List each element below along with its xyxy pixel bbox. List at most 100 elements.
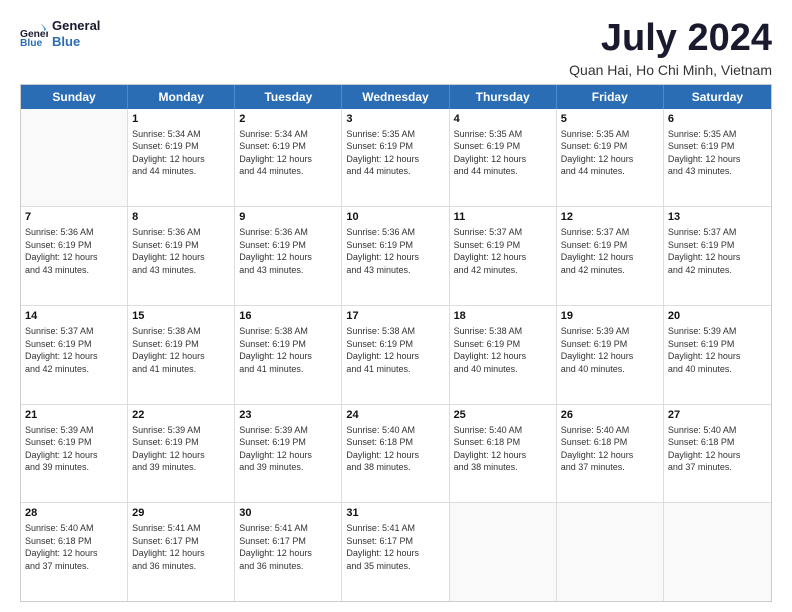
calendar-cell: 20Sunrise: 5:39 AM Sunset: 6:19 PM Dayli…: [664, 306, 771, 404]
calendar-cell: 28Sunrise: 5:40 AM Sunset: 6:18 PM Dayli…: [21, 503, 128, 601]
day-number: 30: [239, 506, 337, 521]
day-info: Sunrise: 5:41 AM Sunset: 6:17 PM Dayligh…: [239, 522, 337, 572]
calendar-header-cell: Friday: [557, 85, 664, 109]
day-info: Sunrise: 5:38 AM Sunset: 6:19 PM Dayligh…: [454, 325, 552, 375]
day-number: 10: [346, 210, 444, 225]
day-info: Sunrise: 5:41 AM Sunset: 6:17 PM Dayligh…: [132, 522, 230, 572]
calendar-header-cell: Monday: [128, 85, 235, 109]
calendar-cell: 5Sunrise: 5:35 AM Sunset: 6:19 PM Daylig…: [557, 109, 664, 207]
svg-text:Blue: Blue: [20, 38, 43, 48]
calendar-cell: 6Sunrise: 5:35 AM Sunset: 6:19 PM Daylig…: [664, 109, 771, 207]
day-info: Sunrise: 5:37 AM Sunset: 6:19 PM Dayligh…: [561, 226, 659, 276]
day-number: 12: [561, 210, 659, 225]
logo-icon: General Blue: [20, 20, 48, 48]
day-info: Sunrise: 5:36 AM Sunset: 6:19 PM Dayligh…: [132, 226, 230, 276]
calendar-cell: 30Sunrise: 5:41 AM Sunset: 6:17 PM Dayli…: [235, 503, 342, 601]
calendar-cell: 16Sunrise: 5:38 AM Sunset: 6:19 PM Dayli…: [235, 306, 342, 404]
day-info: Sunrise: 5:35 AM Sunset: 6:19 PM Dayligh…: [454, 128, 552, 178]
calendar-cell: 13Sunrise: 5:37 AM Sunset: 6:19 PM Dayli…: [664, 207, 771, 305]
calendar-cell: 4Sunrise: 5:35 AM Sunset: 6:19 PM Daylig…: [450, 109, 557, 207]
day-info: Sunrise: 5:36 AM Sunset: 6:19 PM Dayligh…: [346, 226, 444, 276]
calendar-cell: 10Sunrise: 5:36 AM Sunset: 6:19 PM Dayli…: [342, 207, 449, 305]
calendar-cell: 8Sunrise: 5:36 AM Sunset: 6:19 PM Daylig…: [128, 207, 235, 305]
calendar-cell: 21Sunrise: 5:39 AM Sunset: 6:19 PM Dayli…: [21, 405, 128, 503]
day-info: Sunrise: 5:41 AM Sunset: 6:17 PM Dayligh…: [346, 522, 444, 572]
day-info: Sunrise: 5:39 AM Sunset: 6:19 PM Dayligh…: [132, 424, 230, 474]
calendar-cell: 19Sunrise: 5:39 AM Sunset: 6:19 PM Dayli…: [557, 306, 664, 404]
day-info: Sunrise: 5:37 AM Sunset: 6:19 PM Dayligh…: [25, 325, 123, 375]
day-info: Sunrise: 5:34 AM Sunset: 6:19 PM Dayligh…: [132, 128, 230, 178]
day-info: Sunrise: 5:40 AM Sunset: 6:18 PM Dayligh…: [25, 522, 123, 572]
calendar-cell: 1Sunrise: 5:34 AM Sunset: 6:19 PM Daylig…: [128, 109, 235, 207]
day-number: 9: [239, 210, 337, 225]
calendar-cell: 12Sunrise: 5:37 AM Sunset: 6:19 PM Dayli…: [557, 207, 664, 305]
calendar-cell: 9Sunrise: 5:36 AM Sunset: 6:19 PM Daylig…: [235, 207, 342, 305]
day-info: Sunrise: 5:40 AM Sunset: 6:18 PM Dayligh…: [454, 424, 552, 474]
day-info: Sunrise: 5:40 AM Sunset: 6:18 PM Dayligh…: [561, 424, 659, 474]
day-info: Sunrise: 5:35 AM Sunset: 6:19 PM Dayligh…: [561, 128, 659, 178]
day-info: Sunrise: 5:37 AM Sunset: 6:19 PM Dayligh…: [454, 226, 552, 276]
day-number: 1: [132, 112, 230, 127]
day-number: 24: [346, 408, 444, 423]
day-number: 3: [346, 112, 444, 127]
calendar-row: 28Sunrise: 5:40 AM Sunset: 6:18 PM Dayli…: [21, 503, 771, 601]
day-info: Sunrise: 5:38 AM Sunset: 6:19 PM Dayligh…: [346, 325, 444, 375]
day-number: 16: [239, 309, 337, 324]
logo-line2: Blue: [52, 34, 100, 50]
calendar-header-cell: Wednesday: [342, 85, 449, 109]
calendar-cell: 18Sunrise: 5:38 AM Sunset: 6:19 PM Dayli…: [450, 306, 557, 404]
day-info: Sunrise: 5:39 AM Sunset: 6:19 PM Dayligh…: [239, 424, 337, 474]
calendar: SundayMondayTuesdayWednesdayThursdayFrid…: [20, 84, 772, 602]
day-number: 31: [346, 506, 444, 521]
calendar-header-cell: Tuesday: [235, 85, 342, 109]
day-number: 5: [561, 112, 659, 127]
day-number: 29: [132, 506, 230, 521]
calendar-cell: [557, 503, 664, 601]
day-info: Sunrise: 5:38 AM Sunset: 6:19 PM Dayligh…: [239, 325, 337, 375]
day-number: 23: [239, 408, 337, 423]
day-info: Sunrise: 5:39 AM Sunset: 6:19 PM Dayligh…: [668, 325, 767, 375]
calendar-row: 7Sunrise: 5:36 AM Sunset: 6:19 PM Daylig…: [21, 207, 771, 306]
day-number: 2: [239, 112, 337, 127]
day-number: 8: [132, 210, 230, 225]
day-info: Sunrise: 5:37 AM Sunset: 6:19 PM Dayligh…: [668, 226, 767, 276]
calendar-header-cell: Saturday: [664, 85, 771, 109]
day-info: Sunrise: 5:38 AM Sunset: 6:19 PM Dayligh…: [132, 325, 230, 375]
title-block: July 2024 Quan Hai, Ho Chi Minh, Vietnam: [569, 18, 772, 78]
day-info: Sunrise: 5:36 AM Sunset: 6:19 PM Dayligh…: [25, 226, 123, 276]
subtitle: Quan Hai, Ho Chi Minh, Vietnam: [569, 62, 772, 78]
calendar-cell: [664, 503, 771, 601]
day-number: 20: [668, 309, 767, 324]
day-number: 27: [668, 408, 767, 423]
calendar-row: 1Sunrise: 5:34 AM Sunset: 6:19 PM Daylig…: [21, 109, 771, 208]
calendar-cell: 27Sunrise: 5:40 AM Sunset: 6:18 PM Dayli…: [664, 405, 771, 503]
day-info: Sunrise: 5:36 AM Sunset: 6:19 PM Dayligh…: [239, 226, 337, 276]
day-info: Sunrise: 5:40 AM Sunset: 6:18 PM Dayligh…: [668, 424, 767, 474]
day-number: 19: [561, 309, 659, 324]
day-info: Sunrise: 5:39 AM Sunset: 6:19 PM Dayligh…: [25, 424, 123, 474]
day-info: Sunrise: 5:34 AM Sunset: 6:19 PM Dayligh…: [239, 128, 337, 178]
day-number: 6: [668, 112, 767, 127]
calendar-header-cell: Thursday: [450, 85, 557, 109]
day-number: 28: [25, 506, 123, 521]
day-number: 18: [454, 309, 552, 324]
main-title: July 2024: [569, 18, 772, 60]
logo-line1: General: [52, 18, 100, 34]
day-number: 21: [25, 408, 123, 423]
calendar-cell: 29Sunrise: 5:41 AM Sunset: 6:17 PM Dayli…: [128, 503, 235, 601]
calendar-cell: [21, 109, 128, 207]
calendar-header-cell: Sunday: [21, 85, 128, 109]
calendar-cell: 25Sunrise: 5:40 AM Sunset: 6:18 PM Dayli…: [450, 405, 557, 503]
day-number: 7: [25, 210, 123, 225]
calendar-row: 21Sunrise: 5:39 AM Sunset: 6:19 PM Dayli…: [21, 405, 771, 504]
calendar-cell: 26Sunrise: 5:40 AM Sunset: 6:18 PM Dayli…: [557, 405, 664, 503]
day-number: 14: [25, 309, 123, 324]
calendar-cell: 23Sunrise: 5:39 AM Sunset: 6:19 PM Dayli…: [235, 405, 342, 503]
day-number: 17: [346, 309, 444, 324]
day-number: 26: [561, 408, 659, 423]
calendar-cell: 31Sunrise: 5:41 AM Sunset: 6:17 PM Dayli…: [342, 503, 449, 601]
calendar-cell: 2Sunrise: 5:34 AM Sunset: 6:19 PM Daylig…: [235, 109, 342, 207]
day-info: Sunrise: 5:40 AM Sunset: 6:18 PM Dayligh…: [346, 424, 444, 474]
logo: General Blue General Blue: [20, 18, 100, 49]
calendar-header: SundayMondayTuesdayWednesdayThursdayFrid…: [21, 85, 771, 109]
